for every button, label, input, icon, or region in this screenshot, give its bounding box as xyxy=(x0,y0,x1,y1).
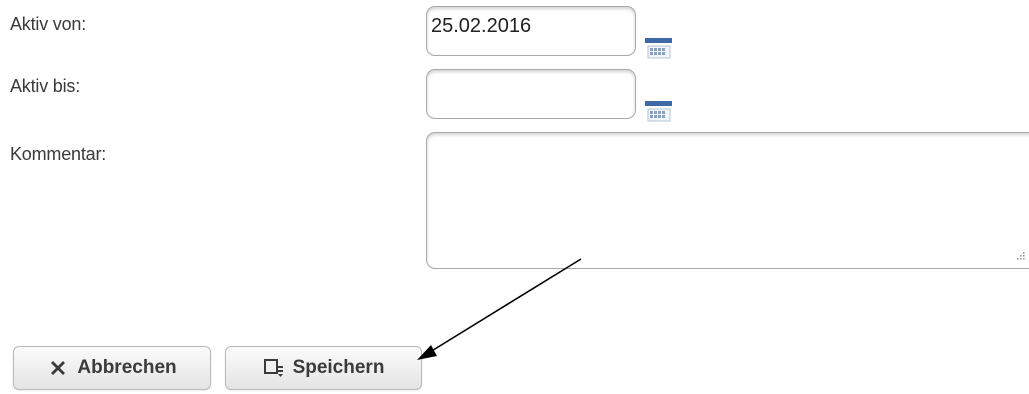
cancel-button[interactable]: Abbrechen xyxy=(13,346,211,390)
close-icon xyxy=(51,361,66,375)
save-button[interactable]: Speichern xyxy=(225,346,422,390)
active-from-label: Aktiv von: xyxy=(10,14,87,34)
resize-grip-icon[interactable] xyxy=(1014,250,1026,262)
comment-textarea[interactable] xyxy=(426,132,1029,269)
calendar-icon[interactable] xyxy=(644,99,674,125)
active-to-label: Aktiv bis: xyxy=(10,76,81,96)
calendar-icon[interactable] xyxy=(644,36,674,62)
cancel-button-label: Abbrechen xyxy=(77,357,177,378)
save-icon xyxy=(263,359,283,377)
comment-label: Kommentar: xyxy=(10,144,107,164)
active-to-input[interactable] xyxy=(426,69,636,119)
active-from-input[interactable] xyxy=(426,6,636,56)
save-button-label: Speichern xyxy=(292,357,385,378)
